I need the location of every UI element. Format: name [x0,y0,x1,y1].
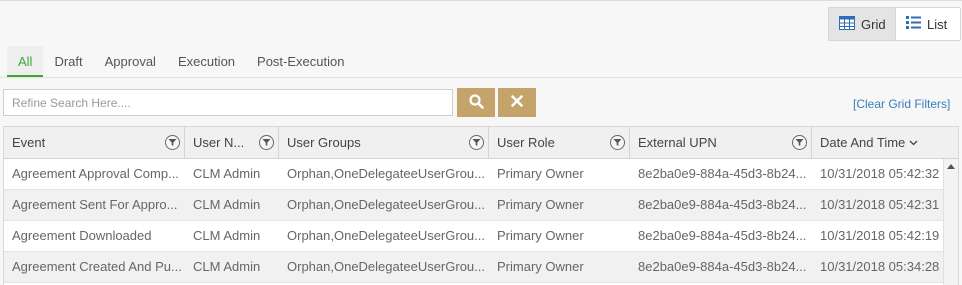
sort-descending-icon [909,140,918,146]
list-icon [906,16,921,32]
status-tabs: All Draft Approval Execution Post-Execut… [7,46,355,77]
filter-icon[interactable] [469,135,484,150]
cell-user-role: Primary Owner [497,197,584,212]
cell-event: Agreement Sent For Appro... [12,197,178,212]
cell-external-upn: 8e2ba0e9-884a-45d3-8b24... [638,197,807,212]
column-label: User Role [497,135,555,150]
view-toggle: Grid List [828,7,961,41]
tabs-divider [0,77,962,78]
column-label: User N... [193,135,245,150]
table-row[interactable]: Agreement Downloaded CLM Admin Orphan,On… [4,221,958,252]
table-row[interactable]: Agreement Created And Pu... CLM Admin Or… [4,252,958,283]
clear-search-button[interactable] [498,88,536,117]
cell-external-upn: 8e2ba0e9-884a-45d3-8b24... [638,166,807,181]
cell-user-groups: Orphan,OneDelegateeUserGrou... [287,228,485,243]
cell-date-and-time: 10/31/2018 05:42:19 A [820,228,942,243]
audit-grid: Event User N... User Groups User Role Ex… [3,126,959,285]
column-header-user-name[interactable]: User N... [185,127,279,158]
vertical-scrollbar[interactable] [943,159,958,285]
cell-user-name: CLM Admin [193,228,261,243]
filter-icon[interactable] [610,135,625,150]
cell-date-and-time: 10/31/2018 05:42:32 A [820,166,942,181]
cell-event: Agreement Created And Pu... [12,259,182,274]
cell-event: Agreement Downloaded [12,228,152,243]
cell-user-name: CLM Admin [193,166,261,181]
column-label: External UPN [638,135,717,150]
magnifier-icon [468,93,484,112]
grid-table-icon [839,15,855,33]
list-view-label: List [927,16,948,32]
search-input[interactable] [3,89,453,116]
cell-user-groups: Orphan,OneDelegateeUserGrou... [287,259,485,274]
tab-post-execution[interactable]: Post-Execution [246,46,355,77]
cell-user-groups: Orphan,OneDelegateeUserGrou... [287,197,485,212]
grid-header: Event User N... User Groups User Role Ex… [4,127,958,159]
cell-user-role: Primary Owner [497,166,584,181]
cell-user-groups: Orphan,OneDelegateeUserGrou... [287,166,485,181]
filter-icon[interactable] [792,135,807,150]
tab-approval[interactable]: Approval [94,46,167,77]
cell-user-role: Primary Owner [497,259,584,274]
column-label: Event [12,135,46,150]
tab-execution[interactable]: Execution [167,46,246,77]
filter-icon[interactable] [165,135,180,150]
cell-date-and-time: 10/31/2018 05:34:28 A [820,259,942,274]
grid-view-button[interactable]: Grid [829,8,896,40]
cell-date-and-time: 10/31/2018 05:42:31 A [820,197,942,212]
table-row[interactable]: Agreement Sent For Appro... CLM Admin Or… [4,190,958,221]
column-header-date-and-time[interactable]: Date And Time [812,127,942,158]
filter-icon[interactable] [259,135,274,150]
search-button[interactable] [457,88,495,117]
cell-event: Agreement Approval Comp... [12,166,179,181]
cell-external-upn: 8e2ba0e9-884a-45d3-8b24... [638,228,807,243]
scroll-up-arrow-icon[interactable] [947,164,955,169]
tab-all[interactable]: All [7,46,44,77]
cell-user-name: CLM Admin [193,197,261,212]
list-view-button[interactable]: List [896,8,960,40]
clear-grid-filters-link[interactable]: [Clear Grid Filters] [853,97,950,111]
column-label: User Groups [287,135,361,150]
top-divider [0,0,962,1]
column-label: Date And Time [820,135,906,150]
column-header-user-role[interactable]: User Role [489,127,630,158]
cell-user-name: CLM Admin [193,259,261,274]
x-icon [511,95,523,110]
column-header-event[interactable]: Event [4,127,185,158]
column-header-user-groups[interactable]: User Groups [279,127,489,158]
cell-external-upn: 8e2ba0e9-884a-45d3-8b24... [638,259,807,274]
column-header-external-upn[interactable]: External UPN [630,127,812,158]
table-row[interactable]: Agreement Approval Comp... CLM Admin Orp… [4,159,958,190]
grid-view-label: Grid [861,16,886,32]
cell-user-role: Primary Owner [497,228,584,243]
tab-draft[interactable]: Draft [43,46,93,77]
